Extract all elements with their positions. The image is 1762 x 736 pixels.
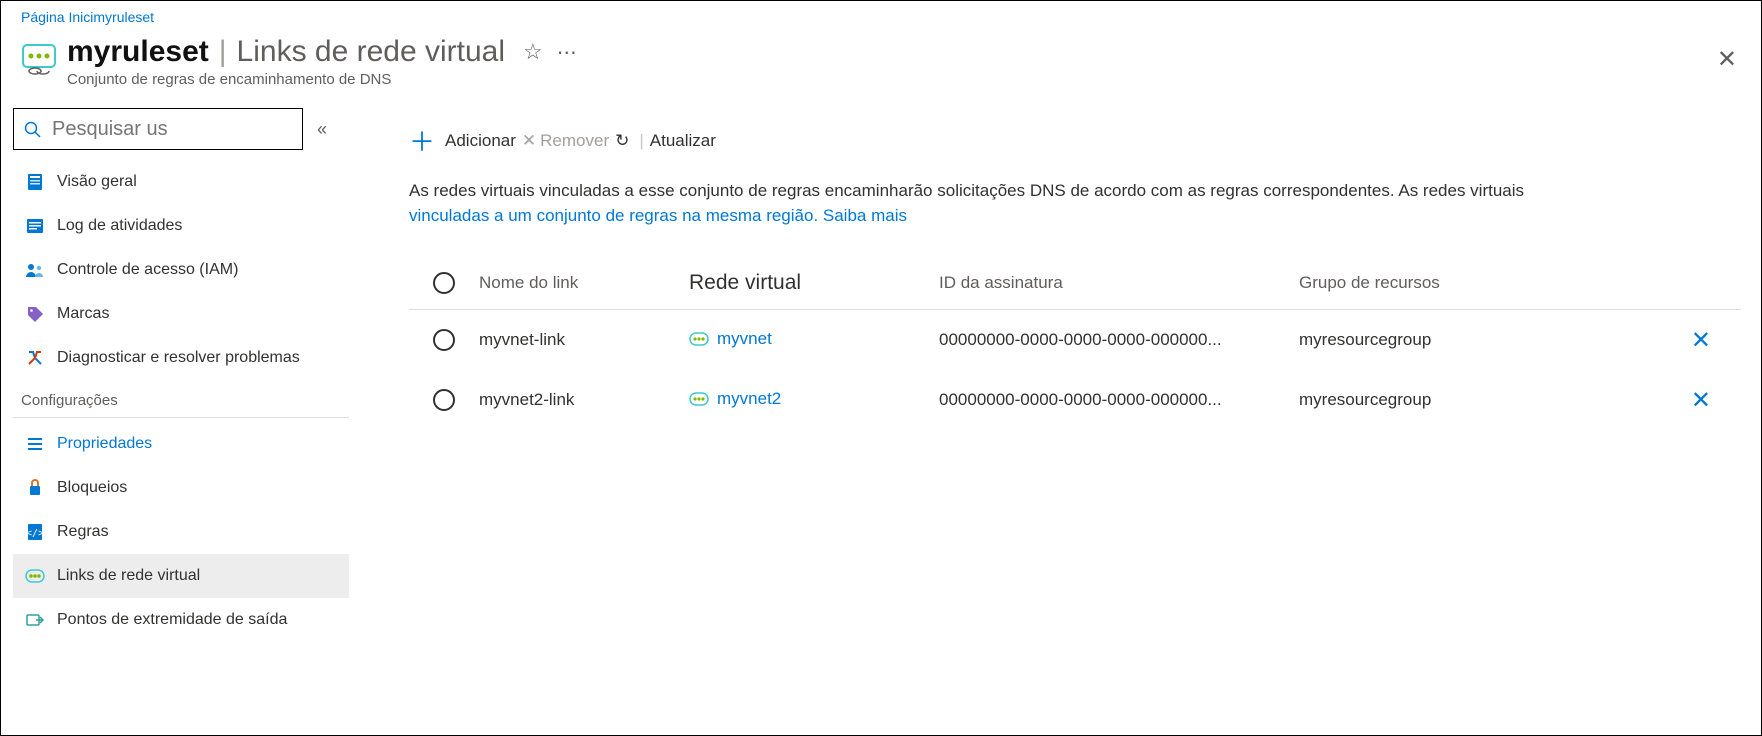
table-header: Nome do link Rede virtual ID da assinatu… [409, 256, 1741, 310]
locks-icon [21, 479, 49, 497]
cell-subscription-id: 00000000-0000-0000-0000-000000... [939, 390, 1299, 410]
description-text: As redes virtuais vinculadas a esse conj… [409, 179, 1741, 228]
sidebar-item-rules[interactable]: </> Regras [13, 510, 349, 554]
vnet-icon [689, 332, 709, 346]
vnet-link[interactable]: myvnet2 [689, 389, 781, 409]
svg-text:</>: </> [27, 528, 43, 539]
table-row: myvnet-link myvnet 00000000-0000-0000-00… [409, 310, 1741, 370]
delete-row-icon[interactable]: ✕ [1691, 386, 1711, 415]
sidebar-item-vnet-links[interactable]: Links de rede virtual [13, 554, 349, 598]
vnet-link-label: myvnet2 [717, 389, 781, 409]
add-button[interactable]: ＋ Adicionar [409, 122, 516, 159]
close-icon[interactable]: ✕ [1717, 45, 1737, 74]
ruleset-icon [21, 41, 57, 77]
sidebar-item-label: Diagnosticar e resolver problemas [57, 349, 300, 367]
iam-icon [21, 262, 49, 278]
sidebar-item-label: Propriedades [57, 435, 152, 453]
row-select-radio[interactable] [433, 389, 455, 411]
sidebar: « Visão geral Log de atividades Controle… [1, 108, 349, 642]
cell-link-name: myvnet-link [479, 330, 689, 350]
cell-link-name: myvnet2-link [479, 390, 689, 410]
col-header-rg[interactable]: Grupo de recursos [1299, 273, 1549, 293]
activity-log-icon [21, 218, 49, 234]
overview-icon [21, 173, 49, 191]
sidebar-item-label: Controle de acesso (IAM) [57, 261, 238, 279]
sidebar-item-activity[interactable]: Log de atividades [13, 204, 349, 248]
cell-resource-group: myresourcegroup [1299, 330, 1549, 350]
diagnose-icon [21, 349, 49, 367]
more-icon[interactable]: ⋯ [557, 40, 579, 65]
cell-subscription-id: 00000000-0000-0000-0000-000000... [939, 330, 1299, 350]
sidebar-item-properties[interactable]: Propriedades [13, 422, 349, 466]
remove-x-icon: ✕ [522, 131, 536, 151]
page-title-section: Links de rede virtual [237, 35, 505, 69]
properties-icon [21, 436, 49, 452]
search-input[interactable] [52, 118, 292, 141]
search-icon [24, 119, 42, 140]
vnet-links-table: Nome do link Rede virtual ID da assinatu… [409, 256, 1741, 430]
refresh-button-label: Atualizar [650, 131, 716, 151]
table-row: myvnet2-link myvnet2 00000000-0000-0000-… [409, 370, 1741, 430]
col-header-sub-id[interactable]: ID da assinatura [939, 273, 1299, 293]
breadcrumb: Página Inicimyruleset [1, 1, 1761, 25]
plus-icon: ＋ [409, 122, 435, 159]
sidebar-item-label: Marcas [57, 305, 109, 323]
sidebar-search[interactable] [13, 108, 303, 150]
page-header: myruleset | Links de rede virtual ☆ ⋯ Co… [1, 25, 1761, 108]
vnet-links-icon [21, 569, 49, 583]
sidebar-item-label: Log de atividades [57, 217, 182, 235]
sidebar-item-label: Regras [57, 523, 109, 541]
collapse-sidebar-icon[interactable]: « [317, 119, 327, 140]
col-header-vnet[interactable]: Rede virtual [689, 271, 939, 295]
command-separator: | [639, 131, 643, 151]
delete-row-icon[interactable]: ✕ [1691, 326, 1711, 355]
vnet-link-label: myvnet [717, 329, 772, 349]
learn-more-link[interactable]: vinculadas a um conjunto de regras na me… [409, 206, 907, 225]
refresh-button[interactable]: ↻ | Atualizar [615, 131, 716, 151]
main-content: ＋ Adicionar ✕ Remover ↻ | Atualizar As r… [349, 108, 1761, 642]
outbound-icon [21, 612, 49, 628]
row-select-radio[interactable] [433, 329, 455, 351]
tags-icon [21, 305, 49, 323]
col-header-link-name[interactable]: Nome do link [479, 273, 689, 293]
add-button-label: Adicionar [445, 131, 516, 151]
sidebar-item-label: Links de rede virtual [57, 567, 200, 585]
breadcrumb-home[interactable]: Página Inici [21, 9, 93, 25]
vnet-icon [689, 392, 709, 406]
sidebar-item-diagnose[interactable]: Diagnosticar e resolver problemas [13, 336, 349, 380]
sidebar-item-overview[interactable]: Visão geral [13, 160, 349, 204]
rules-icon: </> [21, 523, 49, 541]
page-subtitle: Conjunto de regras de encaminhamento de … [67, 71, 579, 88]
remove-button[interactable]: ✕ Remover [522, 131, 609, 151]
sidebar-item-outbound[interactable]: Pontos de extremidade de saída [13, 598, 349, 642]
page-title: myruleset [67, 35, 209, 69]
favorite-icon[interactable]: ☆ [523, 39, 543, 65]
sidebar-item-tags[interactable]: Marcas [13, 292, 349, 336]
title-separator: | [219, 35, 227, 69]
sidebar-section-settings: Configurações [13, 380, 349, 418]
cell-resource-group: myresourcegroup [1299, 390, 1549, 410]
command-bar: ＋ Adicionar ✕ Remover ↻ | Atualizar [409, 108, 1741, 179]
sidebar-item-label: Visão geral [57, 173, 137, 191]
sidebar-item-label: Pontos de extremidade de saída [57, 611, 287, 629]
vnet-link[interactable]: myvnet [689, 329, 772, 349]
sidebar-item-iam[interactable]: Controle de acesso (IAM) [13, 248, 349, 292]
sidebar-item-label: Bloqueios [57, 479, 127, 497]
refresh-icon: ↻ [615, 131, 629, 151]
remove-button-label: Remover [540, 131, 609, 151]
sidebar-item-locks[interactable]: Bloqueios [13, 466, 349, 510]
breadcrumb-current[interactable]: myruleset [93, 9, 154, 25]
select-all-radio[interactable] [433, 272, 455, 294]
